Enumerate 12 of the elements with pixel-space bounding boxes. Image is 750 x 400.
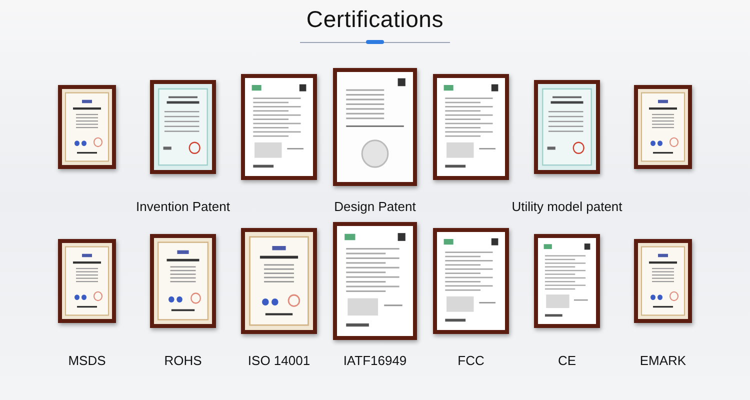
certificate-caption: Invention Patent [136, 199, 230, 214]
certificate-caption: MSDS [68, 353, 106, 368]
certificate-caption: CE [558, 353, 576, 368]
accent-bar [366, 40, 384, 44]
certificate-caption: ROHS [164, 353, 202, 368]
section-title: Certifications [306, 6, 444, 33]
certificate-caption: IATF16949 [343, 353, 407, 368]
certificate-caption: Design Patent [334, 199, 416, 214]
certificate-caption: Utility model patent [512, 199, 622, 214]
certificate-caption: ISO 14001 [248, 353, 310, 368]
certificate-caption: EMARK [640, 353, 686, 368]
certificate-caption: FCC [458, 353, 484, 368]
